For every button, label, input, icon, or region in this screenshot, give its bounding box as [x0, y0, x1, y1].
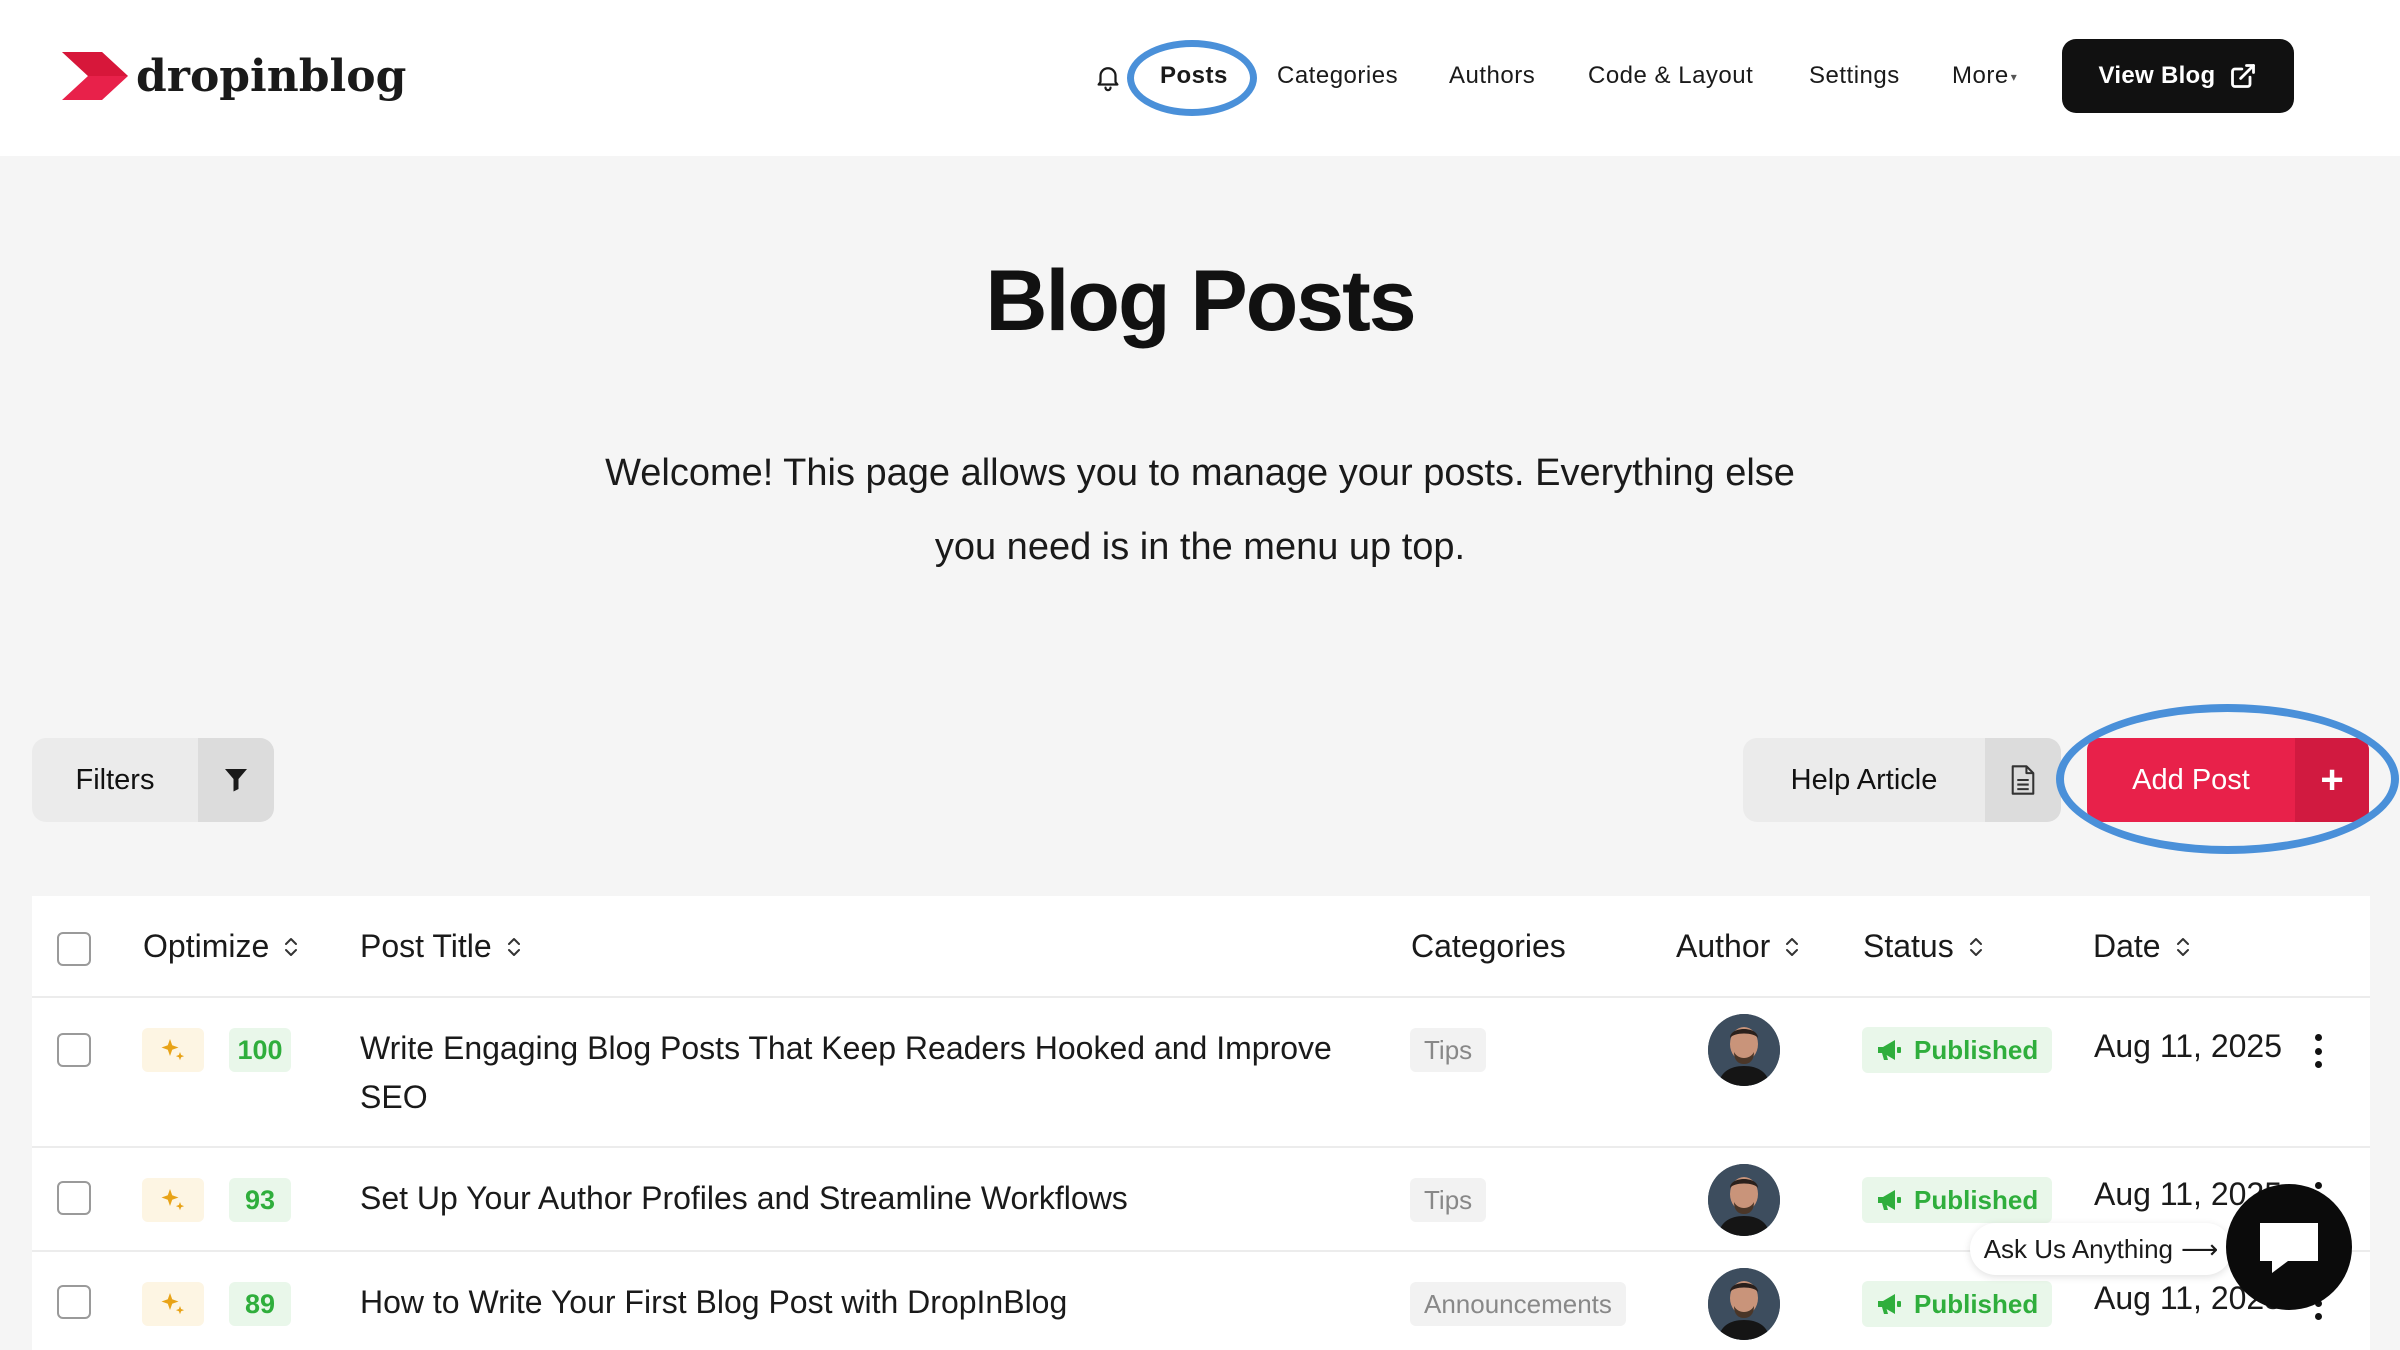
table-header: Optimize Post Title Categories Author St…: [32, 896, 2370, 998]
column-author-label: Author: [1676, 928, 1771, 964]
column-author[interactable]: Author: [1676, 928, 1800, 965]
author-avatar[interactable]: [1708, 1268, 1780, 1340]
status-label: Published: [1914, 1034, 2039, 1065]
help-article-label: Help Article: [1790, 763, 1938, 796]
optimize-score: 100: [229, 1028, 291, 1072]
sort-icon: [506, 936, 522, 958]
nav-settings[interactable]: Settings: [1809, 62, 1900, 90]
sparkle-icon: [161, 1039, 185, 1061]
row-checkbox[interactable]: [57, 1033, 91, 1067]
external-link-icon: [2231, 64, 2256, 88]
sort-icon: [283, 936, 299, 958]
sort-icon: [2175, 936, 2191, 958]
ask-us-anything-label: Ask Us Anything: [1983, 1233, 2174, 1264]
chat-bubble-icon: [2260, 1223, 2318, 1273]
logo-text: dropinblog: [136, 50, 407, 102]
sparkle-icon: [161, 1293, 185, 1315]
status-badge: Published: [1862, 1027, 2053, 1073]
sparkle-icon: [161, 1189, 185, 1211]
status-badge: Published: [1862, 1177, 2053, 1223]
subtitle-line-2: you need is in the menu up top.: [934, 526, 1466, 568]
nav-more-label: More: [1952, 62, 2009, 89]
help-article-button[interactable]: Help Article: [1743, 738, 2061, 822]
document-icon-box: [1985, 738, 2061, 822]
row-checkbox[interactable]: [57, 1285, 91, 1319]
chat-launcher-button[interactable]: [2226, 1184, 2352, 1310]
category-tag: Announcements: [1410, 1282, 1626, 1326]
author-avatar-image: [1708, 1268, 1780, 1340]
funnel-icon: [225, 769, 247, 792]
page-title: Blog Posts: [985, 253, 1416, 349]
column-post-title[interactable]: Post Title: [360, 928, 522, 965]
optimize-sparkle-button[interactable]: [142, 1282, 204, 1326]
nav-more[interactable]: More ▾: [1952, 62, 2017, 90]
status-label: Published: [1914, 1184, 2039, 1215]
table-row[interactable]: 100 Write Engaging Blog Posts That Keep …: [32, 998, 2370, 1148]
row-actions-menu-icon[interactable]: [2312, 1034, 2324, 1068]
column-categories-label: Categories: [1411, 928, 1566, 964]
post-title-link[interactable]: Write Engaging Blog Posts That Keep Read…: [360, 1024, 1390, 1122]
nav-authors[interactable]: Authors: [1449, 62, 1535, 90]
category-tag: Tips: [1410, 1178, 1487, 1222]
filters-button[interactable]: Filters: [32, 738, 274, 822]
optimize-sparkle-button[interactable]: [142, 1178, 204, 1222]
author-avatar-image: [1708, 1164, 1780, 1236]
add-post-highlight-ring: [2056, 704, 2399, 854]
column-post-title-label: Post Title: [360, 928, 492, 964]
author-avatar-image: [1708, 1014, 1780, 1086]
dropinblog-logo[interactable]: dropinblog: [62, 48, 406, 104]
column-date-label: Date: [2093, 928, 2161, 964]
nav-categories[interactable]: Categories: [1277, 62, 1398, 90]
row-checkbox[interactable]: [57, 1181, 91, 1215]
optimize-score: 93: [229, 1178, 291, 1222]
column-optimize-label: Optimize: [143, 928, 270, 964]
view-blog-label: View Blog: [2098, 62, 2216, 89]
sort-icon: [1968, 936, 1984, 958]
logo-arrow-icon: [62, 52, 128, 100]
bell-icon[interactable]: [1093, 62, 1123, 92]
column-status-label: Status: [1863, 928, 1954, 964]
category-tag: Tips: [1410, 1028, 1487, 1072]
posts-table: Optimize Post Title Categories Author St…: [32, 896, 2370, 1350]
subtitle-line-1: Welcome! This page allows you to manage …: [605, 452, 1795, 494]
column-status[interactable]: Status: [1863, 928, 1984, 965]
filter-icon-box: [198, 738, 274, 822]
megaphone-icon: [1878, 1190, 1901, 1210]
top-navigation-bar: dropinblog Posts Categories Authors Code…: [0, 0, 2400, 156]
column-optimize[interactable]: Optimize: [143, 928, 299, 965]
arrow-right-icon: ⟶: [2181, 1233, 2219, 1264]
status-badge: Published: [1862, 1281, 2053, 1327]
nav-code-layout[interactable]: Code & Layout: [1588, 62, 1753, 90]
view-blog-button[interactable]: View Blog: [2062, 39, 2294, 113]
document-icon: [2011, 765, 2035, 795]
megaphone-icon: [1878, 1294, 1901, 1314]
megaphone-icon: [1878, 1040, 1901, 1060]
post-title-link[interactable]: Set Up Your Author Profiles and Streamli…: [360, 1174, 1390, 1223]
posts-highlight-ring: [1127, 40, 1257, 116]
post-date: Aug 11, 2025: [2094, 1028, 2283, 1064]
optimize-score: 89: [229, 1282, 291, 1326]
page-subtitle: Welcome! This page allows you to manage …: [500, 436, 1900, 584]
caret-down-icon: ▾: [2010, 69, 2018, 84]
optimize-sparkle-button[interactable]: [142, 1028, 204, 1072]
author-avatar[interactable]: [1708, 1164, 1780, 1236]
column-categories: Categories: [1411, 928, 1566, 965]
sort-icon: [1784, 936, 1800, 958]
filters-label: Filters: [75, 763, 155, 796]
select-all-checkbox[interactable]: [57, 932, 91, 966]
post-title-link[interactable]: How to Write Your First Blog Post with D…: [360, 1278, 1390, 1327]
author-avatar[interactable]: [1708, 1014, 1780, 1086]
ask-us-anything-prompt[interactable]: Ask Us Anything ⟶: [1970, 1223, 2232, 1275]
column-date[interactable]: Date: [2093, 928, 2191, 965]
status-label: Published: [1914, 1288, 2039, 1319]
